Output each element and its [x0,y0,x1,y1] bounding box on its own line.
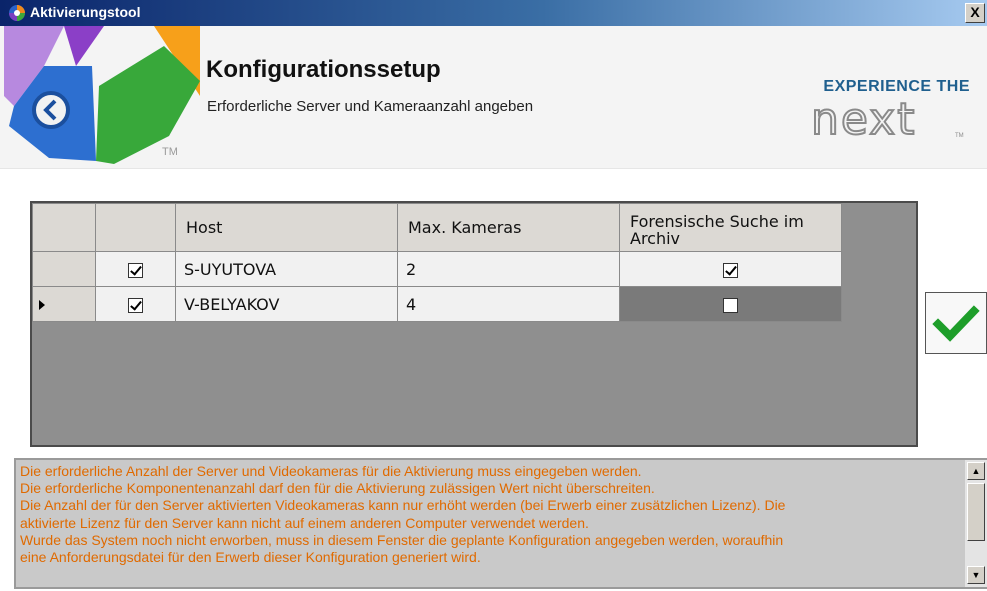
info-line: Die erforderliche Komponentenanzahl darf… [20,480,655,497]
forensic-checkbox[interactable] [723,262,738,278]
info-line: Die Anzahl der für den Server aktivierte… [20,497,786,514]
current-row-arrow-icon [39,299,45,310]
enabled-checkbox[interactable] [128,297,143,313]
info-line: eine Anforderungsdatei für den Erwerb di… [20,549,481,566]
scroll-up-icon[interactable]: ▲ [967,462,985,480]
forensic-cell[interactable] [619,286,842,322]
header-divider [0,168,987,170]
back-arrow-icon[interactable] [32,91,70,129]
enabled-cell[interactable] [95,251,176,287]
logo-trademark: TM [162,146,178,158]
server-grid: Host Max. Kameras Forensische Suche im A… [30,201,918,447]
title-bar: Aktivierungstool X [0,0,987,26]
info-panel: Die erforderliche Anzahl der Server und … [14,458,987,589]
max-cameras-cell[interactable]: 4 [397,286,620,322]
table-row[interactable]: V-BELYAKOV 4 [32,286,842,322]
row-selector[interactable] [32,286,96,322]
info-text: Die erforderliche Anzahl der Server und … [20,463,955,566]
app-logo-icon [9,5,25,21]
scroll-thumb[interactable] [967,483,985,541]
brand-logo: next TM [811,98,964,140]
enabled-checkbox[interactable] [128,262,143,278]
main-area: Host Max. Kameras Forensische Suche im A… [0,171,987,591]
column-header-enabled[interactable] [95,203,176,252]
page-subtitle: Erforderliche Server und Kameraanzahl an… [207,98,534,115]
row-header-corner [32,203,96,252]
header: TM Konfigurationssetup Erforderliche Ser… [0,26,987,168]
column-header-host[interactable]: Host [175,203,398,252]
brand-name: next [811,98,916,140]
table-row[interactable]: S-UYUTOVA 2 [32,251,842,287]
close-button[interactable]: X [965,3,985,23]
host-cell[interactable]: S-UYUTOVA [175,251,398,287]
page-title: Konfigurationssetup [206,56,441,83]
brand-tagline: EXPERIENCE THE [823,78,970,95]
confirm-button[interactable] [925,292,987,354]
column-header-max-cameras[interactable]: Max. Kameras [397,203,620,252]
enabled-cell[interactable] [95,286,176,322]
info-line: aktivierte Lizenz für den Server kann ni… [20,514,589,531]
max-cameras-cell[interactable]: 2 [397,251,620,287]
host-cell[interactable]: V-BELYAKOV [175,286,398,322]
forensic-cell[interactable] [619,251,842,287]
brand-trademark: TM [955,133,964,139]
forensic-checkbox[interactable] [723,297,738,313]
info-scrollbar[interactable]: ▲ ▼ [965,460,987,587]
info-line: Die erforderliche Anzahl der Server und … [20,463,642,479]
info-line: Wurde das System noch nicht erworben, mu… [20,531,784,548]
column-header-forensic[interactable]: Forensische Suche im Archiv [619,203,842,252]
row-selector[interactable] [32,251,96,287]
scroll-down-icon[interactable]: ▼ [967,566,985,584]
window-title: Aktivierungstool [30,4,141,20]
checkmark-icon [932,305,980,342]
